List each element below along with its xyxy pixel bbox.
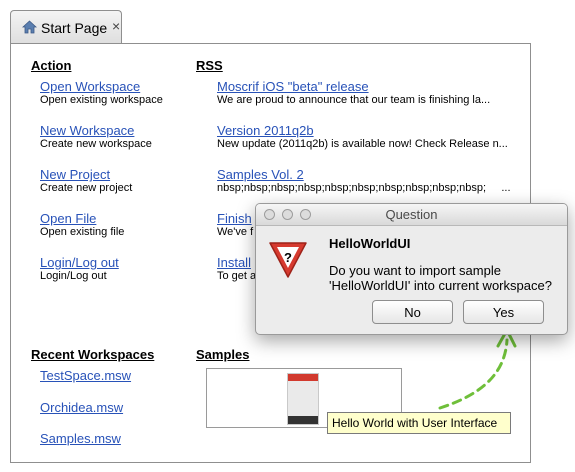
dialog-title: Question xyxy=(385,207,438,222)
rss-item-link[interactable]: Moscrif iOS "beta" release xyxy=(217,79,369,94)
new-workspace-link[interactable]: New Workspace xyxy=(40,123,134,138)
warning-glyph: ? xyxy=(284,250,292,265)
yes-button[interactable]: Yes xyxy=(463,300,544,324)
new-workspace-desc: Create new workspace xyxy=(40,138,152,150)
dialog-titlebar: Question xyxy=(256,204,567,226)
open-file-link[interactable]: Open File xyxy=(40,211,96,226)
rss-item-desc: We are proud to announce that our team i… xyxy=(217,94,491,106)
rss-item-desc: We've f xyxy=(217,226,254,238)
dialog-heading: HelloWorldUI xyxy=(329,236,411,251)
open-file-desc: Open existing file xyxy=(40,226,125,238)
login-logout-link[interactable]: Login/Log out xyxy=(40,255,119,270)
close-icon[interactable]: × xyxy=(112,18,120,34)
preview-header xyxy=(288,374,318,381)
recent-workspaces-heading: Recent Workspaces xyxy=(31,347,155,362)
open-workspace-link[interactable]: Open Workspace xyxy=(40,79,140,94)
recent-workspace-link[interactable]: Samples.msw xyxy=(40,431,121,446)
rss-item-link[interactable]: Install xyxy=(217,255,251,270)
rss-item-link[interactable]: Finish xyxy=(217,211,252,226)
rss-item-desc: To get a xyxy=(217,270,257,282)
preview-footer xyxy=(288,416,318,424)
tab-title: Start Page xyxy=(41,20,108,36)
rss-item-desc: nbsp;nbsp;nbsp;nbsp;nbsp;nbsp;nbsp;nbsp;… xyxy=(217,182,511,194)
new-project-link[interactable]: New Project xyxy=(40,167,110,182)
samples-heading: Samples xyxy=(196,347,250,362)
tab-start-page[interactable]: Start Page × xyxy=(10,10,122,44)
rss-item-desc: New update (2011q2b) is available now! C… xyxy=(217,138,508,150)
dialog-message: Do you want to import sample 'HelloWorld… xyxy=(329,263,552,293)
editor-tabbar: Start Page × xyxy=(0,0,575,44)
home-icon xyxy=(22,20,37,34)
rss-item-link[interactable]: Samples Vol. 2 xyxy=(217,167,304,182)
rss-item-link[interactable]: Version 2011q2b xyxy=(217,123,314,138)
sample-tooltip: Hello World with User Interface xyxy=(327,412,511,434)
rss-heading: RSS xyxy=(196,58,223,73)
recent-workspace-link[interactable]: TestSpace.msw xyxy=(40,368,131,383)
phone-preview xyxy=(287,373,319,425)
open-workspace-desc: Open existing workspace xyxy=(40,94,163,106)
recent-workspace-link[interactable]: Orchidea.msw xyxy=(40,400,123,415)
warning-icon: ? xyxy=(269,242,307,278)
action-heading: Action xyxy=(31,58,72,73)
new-project-desc: Create new project xyxy=(40,182,133,194)
dialog-message-line: 'HelloWorldUI' into current workspace? xyxy=(329,278,552,293)
no-button[interactable]: No xyxy=(372,300,453,324)
login-logout-desc: Login/Log out xyxy=(40,270,107,282)
dialog-message-line: Do you want to import sample xyxy=(329,263,501,278)
question-dialog: Question ? HelloWorldUI Do you want to i… xyxy=(255,203,568,335)
